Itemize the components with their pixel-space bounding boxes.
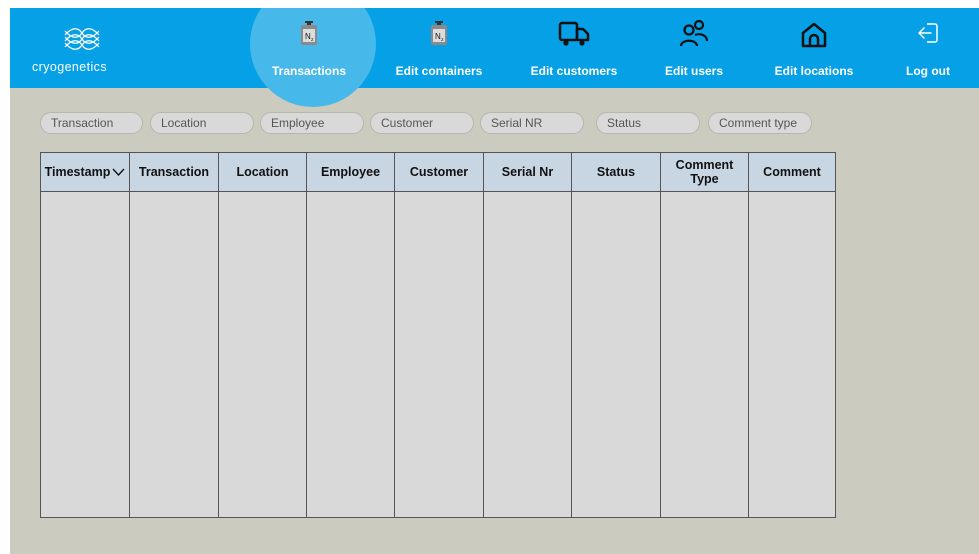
logo-text: cryogenetics: [32, 60, 107, 74]
nav-item-edit-users[interactable]: Edit users: [654, 8, 734, 88]
filter-customer[interactable]: Customer: [370, 112, 474, 134]
nav-item-edit-containers[interactable]: N 2 Edit containers: [384, 8, 494, 88]
nav-label-transactions: Transactions: [271, 64, 347, 78]
table-header: Timestamp Transaction Location Employee …: [41, 153, 835, 192]
column-header-status[interactable]: Status: [572, 153, 661, 191]
nav-label-edit-customers: Edit customers: [530, 64, 618, 78]
table-column-serial-nr: [484, 192, 572, 517]
nav-label-log-out: Log out: [906, 64, 950, 78]
truck-icon: [558, 21, 590, 46]
filter-comment-type[interactable]: Comment type: [708, 112, 812, 134]
table-column-status: [572, 192, 661, 517]
column-header-employee[interactable]: Employee: [307, 153, 395, 191]
table-column-employee: [307, 192, 395, 517]
table-column-customer: [395, 192, 484, 517]
table-column-location: [219, 192, 307, 517]
logout-icon: [918, 23, 938, 43]
home-icon: [801, 22, 827, 48]
column-header-label: Timestamp: [44, 165, 111, 179]
table-column-transaction: [130, 192, 219, 517]
column-header-location[interactable]: Location: [219, 153, 307, 191]
chevron-down-icon[interactable]: [112, 168, 125, 176]
filter-transaction[interactable]: Transaction: [40, 112, 143, 134]
table-column-comment-type: [661, 192, 749, 517]
table-column-timestamp: [41, 192, 130, 517]
filter-employee[interactable]: Employee: [260, 112, 364, 134]
top-navigation-bar: cryogenetics N 2 Transactions N 2 Edit c…: [10, 8, 979, 107]
filter-status[interactable]: Status: [596, 112, 700, 134]
logo-waves-icon: [64, 28, 100, 50]
nav-label-edit-containers: Edit containers: [395, 64, 483, 78]
app-window: cryogenetics N 2 Transactions N 2 Edit c…: [10, 8, 979, 554]
column-header-serial-nr[interactable]: Serial Nr: [484, 153, 572, 191]
transactions-table: Timestamp Transaction Location Employee …: [40, 152, 836, 518]
nitrogen-container-icon: N 2: [431, 21, 447, 45]
nav-label-edit-locations: Edit locations: [774, 64, 854, 78]
column-header-transaction[interactable]: Transaction: [130, 153, 219, 191]
users-icon: [679, 20, 709, 47]
column-header-comment[interactable]: Comment: [749, 153, 835, 191]
app-logo[interactable]: cryogenetics: [32, 26, 142, 76]
nav-item-log-out[interactable]: Log out: [898, 8, 958, 88]
filter-location[interactable]: Location: [150, 112, 254, 134]
nitrogen-container-icon: N 2: [301, 21, 317, 45]
nav-label-edit-users: Edit users: [664, 64, 724, 78]
nav-item-edit-customers[interactable]: Edit customers: [519, 8, 629, 88]
column-header-comment-type[interactable]: Comment Type: [661, 153, 749, 191]
column-header-timestamp[interactable]: Timestamp: [41, 153, 130, 191]
nav-item-transactions[interactable]: N 2 Transactions: [259, 8, 359, 88]
column-header-customer[interactable]: Customer: [395, 153, 484, 191]
filter-serial-nr[interactable]: Serial NR: [480, 112, 584, 134]
nav-item-edit-locations[interactable]: Edit locations: [764, 8, 864, 88]
